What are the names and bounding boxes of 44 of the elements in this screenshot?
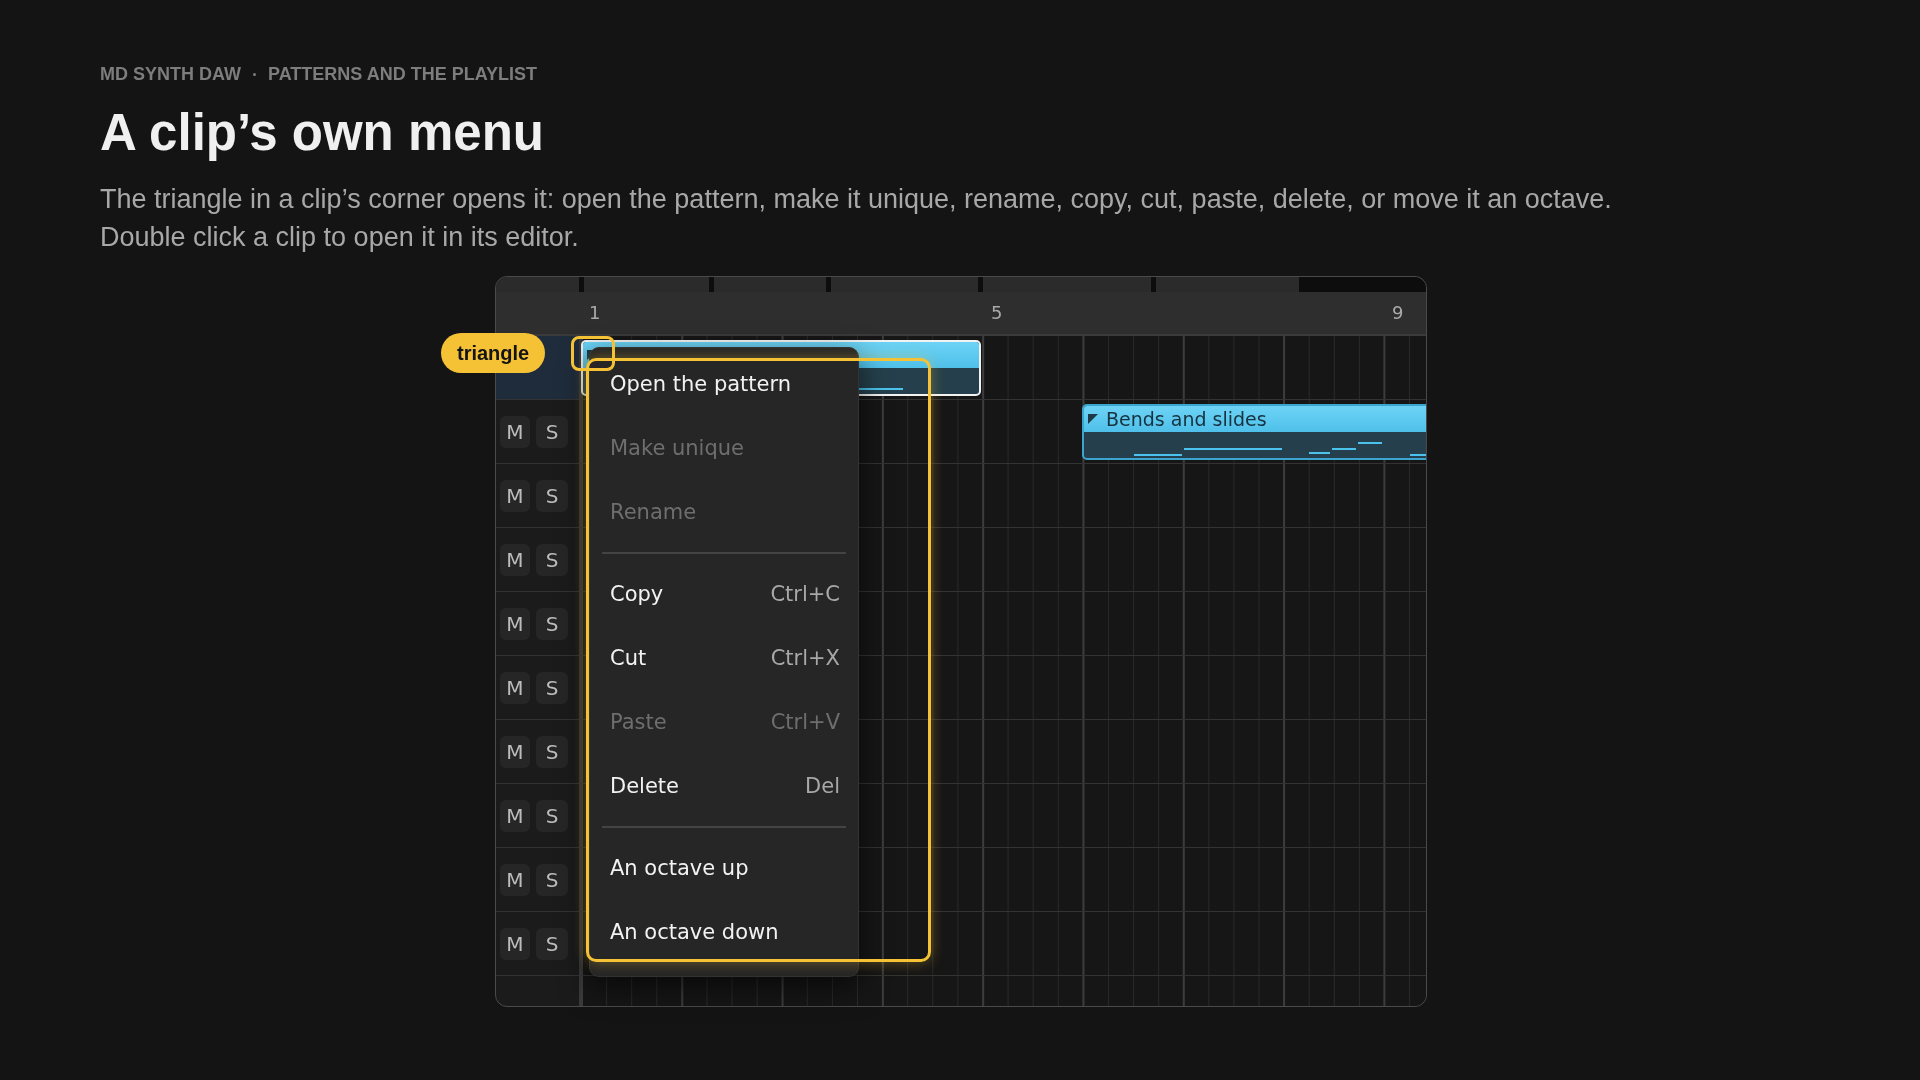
track-header[interactable]: M S bbox=[496, 784, 579, 848]
track-header[interactable]: M S bbox=[496, 528, 579, 592]
menu-item[interactable]: Copy Ctrl+C bbox=[602, 562, 846, 626]
mute-button[interactable]: M bbox=[500, 479, 530, 512]
mute-button[interactable]: M bbox=[500, 671, 530, 704]
solo-button[interactable]: S bbox=[536, 671, 568, 704]
triangle-icon[interactable] bbox=[1088, 414, 1098, 424]
pattern-clip[interactable]: Bends and slides bbox=[1082, 404, 1426, 460]
track-header[interactable]: M S bbox=[496, 656, 579, 720]
breadcrumb-item: PATTERNS AND THE PLAYLIST bbox=[268, 64, 537, 85]
track-header[interactable]: M S bbox=[496, 848, 579, 912]
breadcrumb-item: MD SYNTH DAW bbox=[100, 64, 241, 85]
solo-button[interactable]: S bbox=[536, 735, 568, 768]
menu-item[interactable]: Open the pattern bbox=[602, 352, 846, 416]
track-header[interactable]: M S bbox=[496, 720, 579, 784]
bar-number: 1 bbox=[589, 302, 601, 323]
bar-number: 5 bbox=[991, 302, 1003, 323]
solo-button[interactable]: S bbox=[536, 799, 568, 832]
mute-button[interactable]: M bbox=[500, 735, 530, 768]
solo-button[interactable]: S bbox=[536, 479, 568, 512]
mute-button[interactable]: M bbox=[500, 799, 530, 832]
menu-item[interactable]: An octave down bbox=[602, 900, 846, 964]
mute-button[interactable]: M bbox=[500, 607, 530, 640]
solo-button[interactable]: S bbox=[536, 543, 568, 576]
callout-tooltip: triangle bbox=[441, 333, 546, 373]
track-header[interactable]: M S bbox=[496, 400, 579, 464]
description: The triangle in a clip’s corner opens it: open the pattern, make it unique, rename, copy, cut, paste, delete, or move it an octave. Double click a clip to open it in its editor. bbox=[100, 183, 1613, 254]
menu-item[interactable]: An octave up bbox=[602, 836, 846, 900]
solo-button[interactable]: S bbox=[536, 863, 568, 896]
track-header[interactable]: M S bbox=[496, 912, 579, 976]
solo-button[interactable]: S bbox=[536, 927, 568, 960]
clip-name: Bends and slides bbox=[1106, 408, 1267, 430]
mute-button[interactable]: M bbox=[500, 863, 530, 896]
mute-button[interactable]: M bbox=[500, 927, 530, 960]
mute-button[interactable]: M bbox=[500, 543, 530, 576]
menu-item[interactable]: Cut Ctrl+X bbox=[602, 626, 846, 690]
page-title: A clip’s own menu bbox=[100, 103, 545, 162]
solo-button[interactable]: S bbox=[536, 607, 568, 640]
track-header[interactable]: M S bbox=[496, 592, 579, 656]
solo-button[interactable]: S bbox=[536, 415, 568, 448]
track-header[interactable]: M S bbox=[496, 464, 579, 528]
menu-item[interactable]: Delete Del bbox=[602, 754, 846, 818]
mute-button[interactable]: M bbox=[500, 415, 530, 448]
bar-number: 9 bbox=[1392, 302, 1404, 323]
